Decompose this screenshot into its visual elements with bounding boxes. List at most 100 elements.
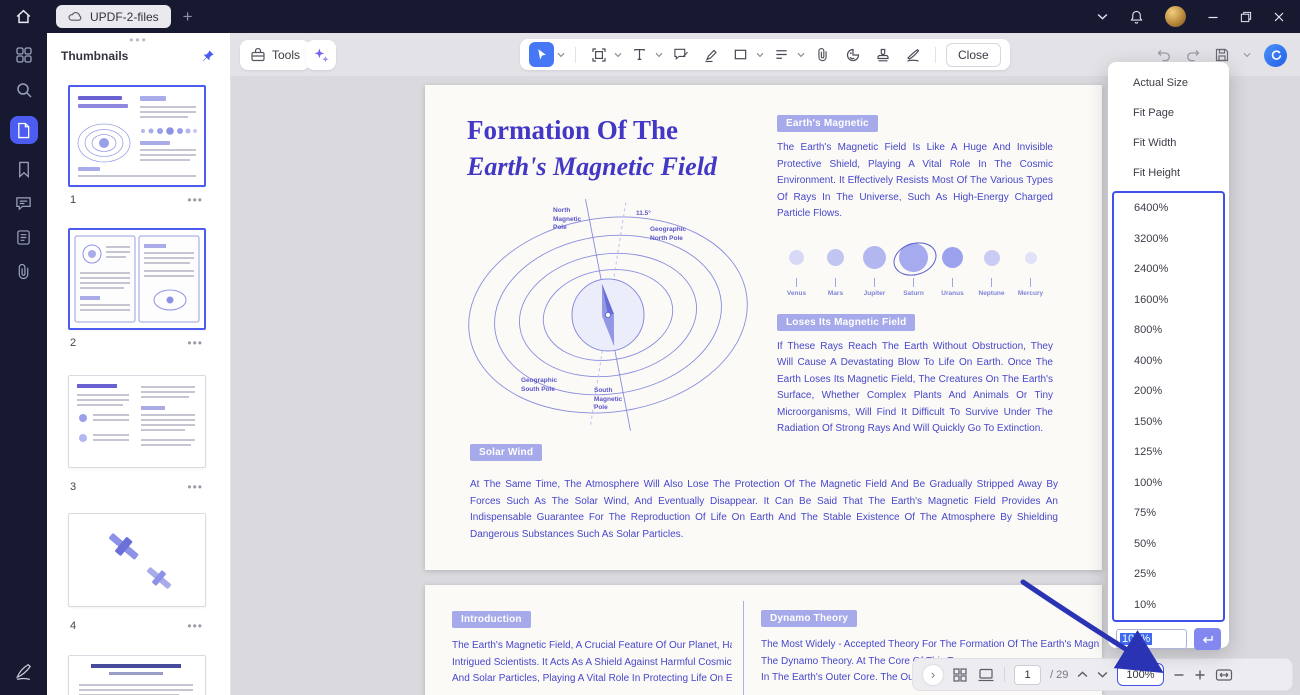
pin-panel-icon[interactable] [201, 49, 215, 63]
thumbnail-preview-3 [77, 384, 195, 446]
comments-icon[interactable] [15, 195, 32, 212]
comment-tool-button[interactable] [668, 42, 693, 67]
thumbnail-preview-4 [109, 533, 172, 589]
cloud-icon [68, 11, 83, 22]
redo-icon[interactable] [1185, 47, 1201, 63]
thumbnail-page-2[interactable] [68, 228, 206, 330]
zoom-level-1600[interactable]: 1600% [1114, 285, 1223, 316]
new-tab-button[interactable]: + [183, 8, 193, 25]
text-tool-button[interactable] [627, 42, 652, 67]
text-icon [634, 49, 645, 60]
text-lines-icon [776, 50, 787, 59]
zoom-option-actual-size[interactable]: Actual Size [1108, 68, 1229, 98]
text-tool-chevron-icon[interactable] [655, 52, 663, 58]
bookmarks-icon[interactable] [17, 161, 31, 178]
badge-earths-magnetic: Earth's Magnetic [777, 115, 878, 132]
sticker-icon [846, 48, 859, 61]
zoom-option-fit-height[interactable]: Fit Height [1108, 158, 1229, 188]
thumbnail-2-more-button[interactable]: ••• [187, 336, 206, 350]
zoom-level-400[interactable]: 400% [1114, 346, 1223, 377]
zoom-level-75[interactable]: 75% [1114, 498, 1223, 529]
zoom-option-fit-width[interactable]: Fit Width [1108, 128, 1229, 158]
panel-handle-icon[interactable]: ••• [47, 33, 230, 47]
ai-sparkle-button[interactable] [306, 40, 336, 70]
markup-tool-button[interactable] [769, 42, 794, 67]
markup-tool-chevron-icon[interactable] [797, 52, 805, 58]
frame-tool-button[interactable] [586, 42, 611, 67]
fit-width-icon[interactable] [1215, 668, 1233, 682]
badge-dynamo-theory: Dynamo Theory [761, 610, 858, 627]
label-south-magnetic-pole: South Magnetic Pole [594, 387, 623, 411]
user-avatar[interactable] [1165, 6, 1186, 27]
minimize-button[interactable] [1207, 11, 1219, 23]
slideshow-icon[interactable] [977, 668, 995, 682]
zoom-level-200[interactable]: 200% [1114, 376, 1223, 407]
zoom-level-2400[interactable]: 2400% [1114, 254, 1223, 285]
zoom-option-fit-page[interactable]: Fit Page [1108, 98, 1229, 128]
stamp-tool-button[interactable] [870, 42, 895, 67]
page-number-input[interactable]: 1 [1014, 664, 1041, 685]
paragraph-introduction: The Earth's Magnetic Field, A Crucial Fe… [452, 638, 732, 688]
zoom-level-25[interactable]: 25% [1114, 559, 1223, 590]
zoom-level-50[interactable]: 50% [1114, 529, 1223, 560]
document-tab[interactable]: UPDF-2-files [56, 5, 171, 28]
zoom-level-button[interactable]: 100% [1117, 663, 1164, 686]
zoom-out-minus-icon[interactable] [1173, 669, 1185, 681]
thumbnail-page-3[interactable] [68, 375, 206, 468]
zoom-level-150[interactable]: 150% [1114, 407, 1223, 438]
frame-tool-chevron-icon[interactable] [614, 52, 622, 58]
thumbnail-4-number: 4 [70, 620, 77, 632]
zoom-custom-input[interactable]: 100% [1116, 629, 1187, 649]
ink-signature-icon[interactable] [14, 662, 33, 681]
page-thumbnails-view-icon[interactable] [952, 667, 968, 683]
intro-line: Intrigued Scientists. It Acts As A Shiel… [452, 656, 732, 668]
collapse-statusbar-button[interactable]: › [923, 664, 943, 685]
next-page-chevron-down-icon[interactable] [1097, 671, 1108, 678]
maximize-button[interactable] [1240, 11, 1252, 23]
shape-tool-button[interactable] [728, 42, 753, 67]
home-icon[interactable] [0, 8, 47, 25]
tools-menu-button[interactable]: Tools [240, 40, 311, 70]
zoom-level-125[interactable]: 125% [1114, 437, 1223, 468]
planet-circle [863, 246, 886, 269]
reader-pages-icon[interactable] [16, 229, 31, 246]
attachment-tool-button[interactable] [810, 42, 835, 67]
sticker-tool-button[interactable] [840, 42, 865, 67]
close-window-button[interactable] [1273, 11, 1285, 23]
thumbnail-4-more-button[interactable]: ••• [187, 619, 206, 633]
zoom-dropdown-menu: Actual Size Fit Page Fit Width Fit Heigh… [1108, 62, 1229, 650]
thumbnail-3-more-button[interactable]: ••• [187, 480, 206, 494]
zoom-level-800[interactable]: 800% [1114, 315, 1223, 346]
dynamo-line: The Most Widely - Accepted Theory For Th… [761, 639, 1099, 650]
thumbnail-page-4[interactable] [68, 513, 206, 607]
save-icon[interactable] [1214, 47, 1230, 63]
planet-label: Mars [827, 289, 844, 297]
save-chevron-icon[interactable] [1243, 52, 1251, 58]
close-toolbar-button[interactable]: Close [946, 42, 1001, 67]
select-tool-chevron-icon[interactable] [557, 52, 565, 58]
attachments-icon[interactable] [16, 263, 31, 280]
previous-page-chevron-up-icon[interactable] [1077, 671, 1088, 678]
pdf-page-1[interactable]: Formation Of The Earth's Magnetic Field [425, 85, 1102, 570]
zoom-level-3200[interactable]: 3200% [1114, 224, 1223, 255]
thumbnails-panel-icon[interactable] [9, 116, 38, 144]
highlighter-tool-button[interactable] [698, 42, 723, 67]
select-tool-button[interactable] [529, 42, 554, 67]
apps-grid-icon[interactable] [15, 46, 33, 64]
undo-icon[interactable] [1156, 47, 1172, 63]
paragraph-solar-wind: At The Same Time, The Atmosphere Will Al… [470, 479, 1058, 540]
titlebar-chevron-down-icon[interactable] [1097, 13, 1108, 20]
zoom-level-10[interactable]: 10% [1114, 590, 1223, 621]
zoom-level-100[interactable]: 100% [1114, 468, 1223, 499]
thumbnail-1-more-button[interactable]: ••• [187, 193, 206, 207]
thumbnail-page-1[interactable] [68, 85, 206, 187]
signature-tool-button[interactable] [900, 42, 925, 67]
zoom-level-6400[interactable]: 6400% [1114, 193, 1223, 224]
zoom-apply-button[interactable] [1194, 628, 1221, 650]
notifications-bell-icon[interactable] [1129, 9, 1144, 25]
ai-assistant-icon[interactable] [1264, 43, 1287, 67]
zoom-in-plus-icon[interactable] [1194, 669, 1206, 681]
search-icon[interactable] [15, 81, 33, 99]
shape-tool-chevron-icon[interactable] [756, 52, 764, 58]
thumbnail-page-5[interactable] [68, 655, 206, 695]
